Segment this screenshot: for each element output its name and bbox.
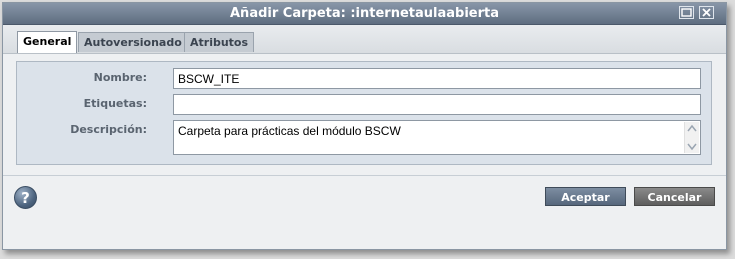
tab-general[interactable]: General — [17, 31, 78, 53]
footer-divider — [3, 175, 726, 176]
tags-label: Etiquetas: — [83, 97, 147, 110]
accept-button[interactable]: Aceptar — [545, 187, 626, 206]
maximize-icon — [681, 8, 692, 17]
general-panel: Nombre: BSCW_ITE Etiquetas: Descripción:… — [16, 61, 712, 165]
name-field[interactable]: BSCW_ITE — [173, 68, 701, 89]
description-text: Carpeta para prácticas del módulo BSCW — [178, 124, 401, 138]
help-icon[interactable]: ? — [14, 186, 37, 209]
add-folder-dialog: Añadir Carpeta: :internetaulaabierta Gen… — [2, 2, 727, 250]
scroll-down-icon[interactable] — [687, 143, 697, 151]
maximize-button[interactable] — [679, 6, 694, 19]
close-icon — [702, 8, 711, 17]
tab-atributos[interactable]: Atributos — [184, 32, 255, 52]
cancel-button[interactable]: Cancelar — [634, 187, 715, 206]
dialog-title: Añadir Carpeta: :internetaulaabierta — [230, 6, 499, 21]
name-label: Nombre: — [93, 71, 147, 84]
description-textarea[interactable]: Carpeta para prácticas del módulo BSCW — [173, 120, 701, 155]
close-button[interactable] — [699, 6, 714, 19]
tab-strip: General Autoversionado Atributos — [3, 25, 726, 54]
tab-autoversionado[interactable]: Autoversionado — [78, 32, 188, 52]
description-scrollbar[interactable] — [684, 122, 699, 153]
title-bar[interactable]: Añadir Carpeta: :internetaulaabierta — [3, 3, 726, 25]
description-label: Descripción: — [70, 123, 147, 136]
scroll-up-icon[interactable] — [687, 124, 697, 132]
tags-field[interactable] — [173, 94, 701, 115]
